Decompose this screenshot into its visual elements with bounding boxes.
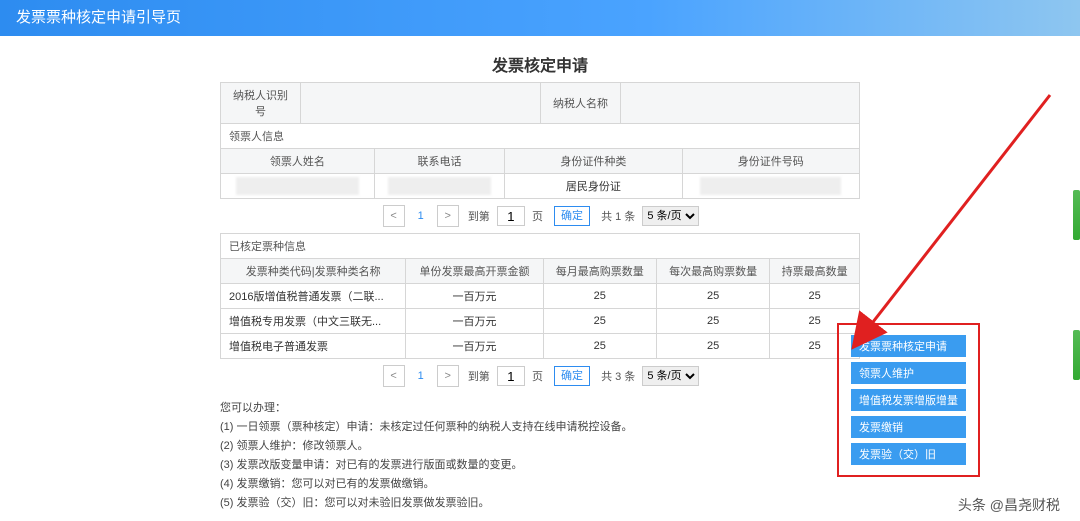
pager1-page-unit: 页 <box>532 211 543 223</box>
pager1-to-label: 到第 <box>468 211 490 223</box>
pager2-next-button[interactable]: > <box>437 365 459 387</box>
approved-r0-c4: 25 <box>770 284 860 309</box>
pager1-page-input[interactable] <box>497 206 525 226</box>
help-block: 您可以办理： (1) 一日领票（票种核定）申请：未核定过任何票种的纳税人支持在线… <box>220 399 860 512</box>
pager2-page-input[interactable] <box>497 366 525 386</box>
taxpayer-id-value <box>301 83 541 124</box>
approved-r2-c1: 一百万元 <box>406 334 543 359</box>
approved-r2-c0: 增值税电子普通发票 <box>221 334 406 359</box>
approved-r0-c0: 2016版增值税普通发票（二联... <box>221 284 406 309</box>
approved-r1-c1: 一百万元 <box>406 309 543 334</box>
pager1-confirm-button[interactable]: 确定 <box>554 206 590 226</box>
pager1-total: 共 1 条 <box>601 211 635 223</box>
taxpayer-name-value <box>621 83 860 124</box>
help-line: (1) 一日领票（票种核定）申请：未核定过任何票种的纳税人支持在线申请税控设备。 <box>220 418 860 436</box>
table-row: 增值税电子普通发票 一百万元 25 25 25 <box>221 334 860 359</box>
approved-table: 已核定票种信息 发票种类代码|发票种类名称 单份发票最高开票金额 每月最高购票数… <box>220 233 860 359</box>
approved-col2: 每月最高购票数量 <box>543 259 656 284</box>
pager1-prev-button[interactable]: < <box>383 205 405 227</box>
action-vat-increase[interactable]: 增值税发票增版增量 <box>851 389 966 411</box>
recipient-name <box>221 174 375 199</box>
approved-r1-c3: 25 <box>656 309 769 334</box>
pager2-to-label: 到第 <box>468 371 490 383</box>
approved-r2-c3: 25 <box>656 334 769 359</box>
pager2-perpage-select[interactable]: 5 条/页 <box>642 366 699 386</box>
approved-col4: 持票最高数量 <box>770 259 860 284</box>
pager1-next-button[interactable]: > <box>437 205 459 227</box>
action-invoice-cancel[interactable]: 发票缴销 <box>851 416 966 438</box>
taxpayer-table: 纳税人识别号 纳税人名称 <box>220 82 860 124</box>
pager2-page-number[interactable]: 1 <box>410 365 432 387</box>
action-invoice-verify-old[interactable]: 发票验（交）旧 <box>851 443 966 465</box>
page-title: 发票核定申请 <box>0 52 1080 76</box>
watermark-text: 头条 @昌尧财税 <box>958 495 1060 515</box>
recipient-table: 领票人信息 领票人姓名 联系电话 身份证件种类 身份证件号码 居民身份证 <box>220 123 860 199</box>
help-line: (4) 发票缴销：您可以对已有的发票做缴销。 <box>220 475 860 493</box>
action-panel: 发票票种核定申请 领票人维护 增值税发票增版增量 发票缴销 发票验（交）旧 <box>837 323 980 477</box>
approved-col0: 发票种类代码|发票种类名称 <box>221 259 406 284</box>
header-bar: 发票票种核定申请引导页 <box>0 0 1080 36</box>
recipient-col-idtype: 身份证件种类 <box>505 149 682 174</box>
recipient-col-phone: 联系电话 <box>374 149 504 174</box>
approved-r1-c2: 25 <box>543 309 656 334</box>
approved-r2-c2: 25 <box>543 334 656 359</box>
approved-r1-c0: 增值税专用发票（中文三联无... <box>221 309 406 334</box>
recipient-idtype: 居民身份证 <box>505 174 682 199</box>
approved-r0-c1: 一百万元 <box>406 284 543 309</box>
taxpayer-id-label: 纳税人识别号 <box>221 83 301 124</box>
action-recipient-maintain[interactable]: 领票人维护 <box>851 362 966 384</box>
recipient-col-name: 领票人姓名 <box>221 149 375 174</box>
scrollbar-icon[interactable] <box>1073 330 1080 380</box>
pager2-page-unit: 页 <box>532 371 543 383</box>
help-line: (2) 领票人维护：修改领票人。 <box>220 437 860 455</box>
recipient-idno <box>682 174 859 199</box>
recipient-col-idno: 身份证件号码 <box>682 149 859 174</box>
approved-r0-c2: 25 <box>543 284 656 309</box>
approved-col3: 每次最高购票数量 <box>656 259 769 284</box>
table-row: 2016版增值税普通发票（二联... 一百万元 25 25 25 <box>221 284 860 309</box>
scrollbar-icon[interactable] <box>1073 190 1080 240</box>
pager2-confirm-button[interactable]: 确定 <box>554 366 590 386</box>
approved-r0-c3: 25 <box>656 284 769 309</box>
taxpayer-name-label: 纳税人名称 <box>541 83 621 124</box>
pager1-page-number[interactable]: 1 <box>410 205 432 227</box>
recipient-section-title: 领票人信息 <box>221 124 860 149</box>
approved-col1: 单份发票最高开票金额 <box>406 259 543 284</box>
help-line: (3) 发票改版变量申请：对已有的发票进行版面或数量的变更。 <box>220 456 860 474</box>
pager2-total: 共 3 条 <box>601 371 635 383</box>
pager1-perpage-select[interactable]: 5 条/页 <box>642 206 699 226</box>
recipient-pager: < 1 > 到第 页 确定 共 1 条 5 条/页 <box>0 205 1080 227</box>
header-title: 发票票种核定申请引导页 <box>16 9 181 26</box>
table-row: 增值税专用发票（中文三联无... 一百万元 25 25 25 <box>221 309 860 334</box>
approved-section-title: 已核定票种信息 <box>221 234 860 259</box>
recipient-phone <box>374 174 504 199</box>
help-line: (5) 发票验（交）旧：您可以对未验旧发票做发票验旧。 <box>220 494 860 512</box>
pager2-prev-button[interactable]: < <box>383 365 405 387</box>
help-title: 您可以办理： <box>220 399 860 417</box>
action-invoice-type-apply[interactable]: 发票票种核定申请 <box>851 335 966 357</box>
